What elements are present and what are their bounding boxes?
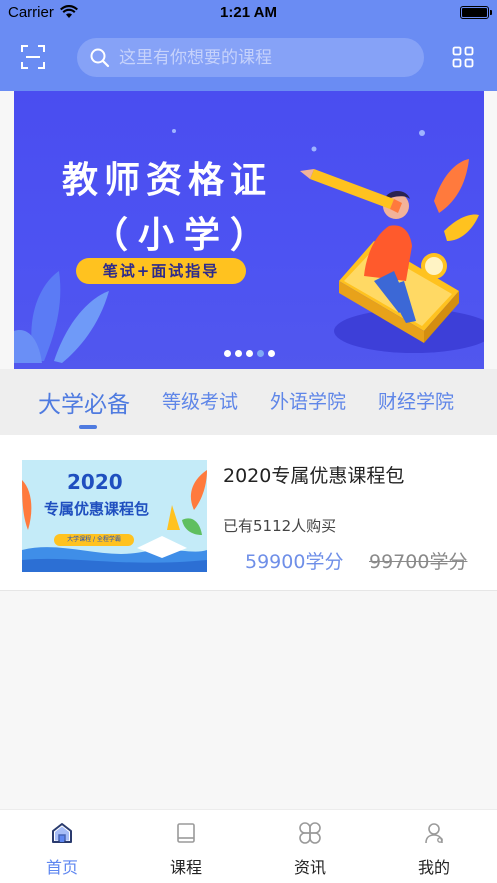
banner-subtitle: （小学） xyxy=(92,215,277,256)
active-tab-indicator xyxy=(79,425,97,429)
banner-title: 教师资格证 xyxy=(62,160,273,201)
search-input[interactable] xyxy=(119,47,409,68)
tabbar-item-home[interactable]: 首页 xyxy=(0,810,124,883)
clock: 1:21 AM xyxy=(220,4,277,21)
grid-icon[interactable] xyxy=(452,46,474,68)
promo-banner[interactable]: 教师资格证 （小学） 笔试+面试指导 xyxy=(14,91,484,369)
scan-icon[interactable] xyxy=(20,44,46,70)
banner-tag: 笔试+面试指导 xyxy=(76,258,246,284)
status-bar: Carrier 1:21 AM xyxy=(0,0,497,26)
tabbar-label: 我的 xyxy=(417,858,450,877)
carousel-dot[interactable] xyxy=(235,350,242,357)
thumbnail-title: 专属优惠课程包 xyxy=(44,500,150,518)
tabbar-label: 资讯 xyxy=(293,858,326,877)
thumbnail-tag: 大学课程 / 全程学霸 xyxy=(67,536,121,543)
carousel-dot[interactable] xyxy=(268,350,275,357)
carousel-dot[interactable] xyxy=(224,350,231,357)
tabbar-label: 首页 xyxy=(45,858,78,877)
tabbar-item-profile[interactable]: 我的 xyxy=(372,810,496,883)
category-tabs: 大学必备 等级考试 外语学院 财经学院 xyxy=(0,369,497,435)
course-price: 59900学分 xyxy=(245,551,344,573)
tabbar-label: 课程 xyxy=(169,858,202,877)
tab-caijing-xueyuan[interactable]: 财经学院 xyxy=(378,387,454,414)
tabbar-item-courses[interactable]: 课程 xyxy=(124,810,248,883)
profile-icon xyxy=(425,823,443,844)
search-icon xyxy=(90,48,110,67)
tab-dengji-kaoshi[interactable]: 等级考试 xyxy=(162,387,238,414)
bottom-tab-bar: 首页 课程 资讯 我的 xyxy=(0,809,497,883)
header: Carrier 1:21 AM xyxy=(0,0,497,91)
tab-waiyu-xueyuan[interactable]: 外语学院 xyxy=(270,387,346,414)
battery-icon xyxy=(460,6,492,19)
carousel-dot[interactable] xyxy=(246,350,253,357)
app-screen: Carrier 1:21 AM 这里有你想要的课程 教师资格证 （小学） 笔试+… xyxy=(0,0,497,883)
carousel-dot-active[interactable] xyxy=(257,350,264,357)
news-icon xyxy=(299,822,321,844)
course-card[interactable]: 2020 专属优惠课程包 大学课程 / 全程学霸 2020专属优惠课程包 已有5… xyxy=(0,435,497,591)
course-thumbnail: 2020 专属优惠课程包 大学课程 / 全程学霸 xyxy=(22,460,207,572)
tabbar-item-news[interactable]: 资讯 xyxy=(248,810,372,883)
carousel-dots[interactable] xyxy=(224,350,275,357)
search-bar[interactable] xyxy=(77,38,424,77)
course-original-price: 99700学分 xyxy=(369,551,468,573)
course-title: 2020专属优惠课程包 xyxy=(223,465,405,487)
thumbnail-year: 2020 xyxy=(67,470,123,494)
home-icon xyxy=(52,823,72,843)
course-buyers: 已有5112人购买 xyxy=(223,517,337,535)
tab-daxue-bibei[interactable]: 大学必备 xyxy=(38,385,130,419)
book-icon xyxy=(177,823,195,843)
